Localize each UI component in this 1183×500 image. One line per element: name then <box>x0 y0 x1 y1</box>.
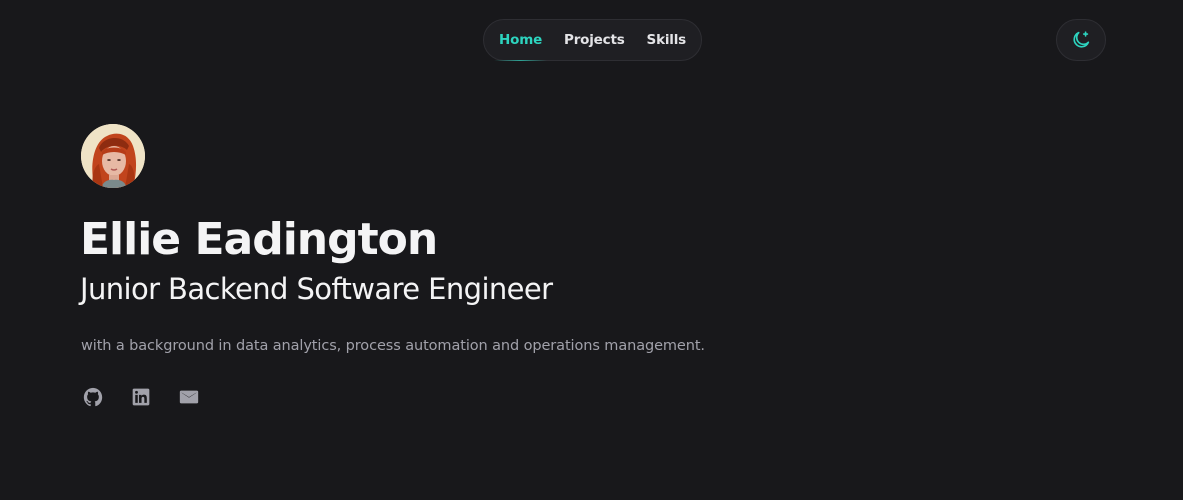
avatar <box>81 124 145 188</box>
nav-skills[interactable]: Skills <box>636 20 697 60</box>
github-icon <box>83 387 103 407</box>
linkedin-link[interactable] <box>129 385 153 409</box>
social-links <box>81 385 201 409</box>
moon-stars-icon <box>1073 31 1090 48</box>
linkedin-icon <box>132 388 150 406</box>
email-link[interactable] <box>177 385 201 409</box>
nav-projects[interactable]: Projects <box>553 20 636 60</box>
page: Home Projects Skills Ellie Eadington Jun… <box>0 0 1183 500</box>
hero-bio: with a background in data analytics, pro… <box>81 338 705 354</box>
top-nav: Home Projects Skills <box>483 19 702 61</box>
github-link[interactable] <box>81 385 105 409</box>
hero-name: Ellie Eadington <box>80 214 438 265</box>
hero-role: Junior Backend Software Engineer <box>80 272 553 306</box>
nav-home[interactable]: Home <box>488 20 553 61</box>
mail-icon <box>179 390 199 404</box>
theme-toggle-button[interactable] <box>1056 19 1106 61</box>
